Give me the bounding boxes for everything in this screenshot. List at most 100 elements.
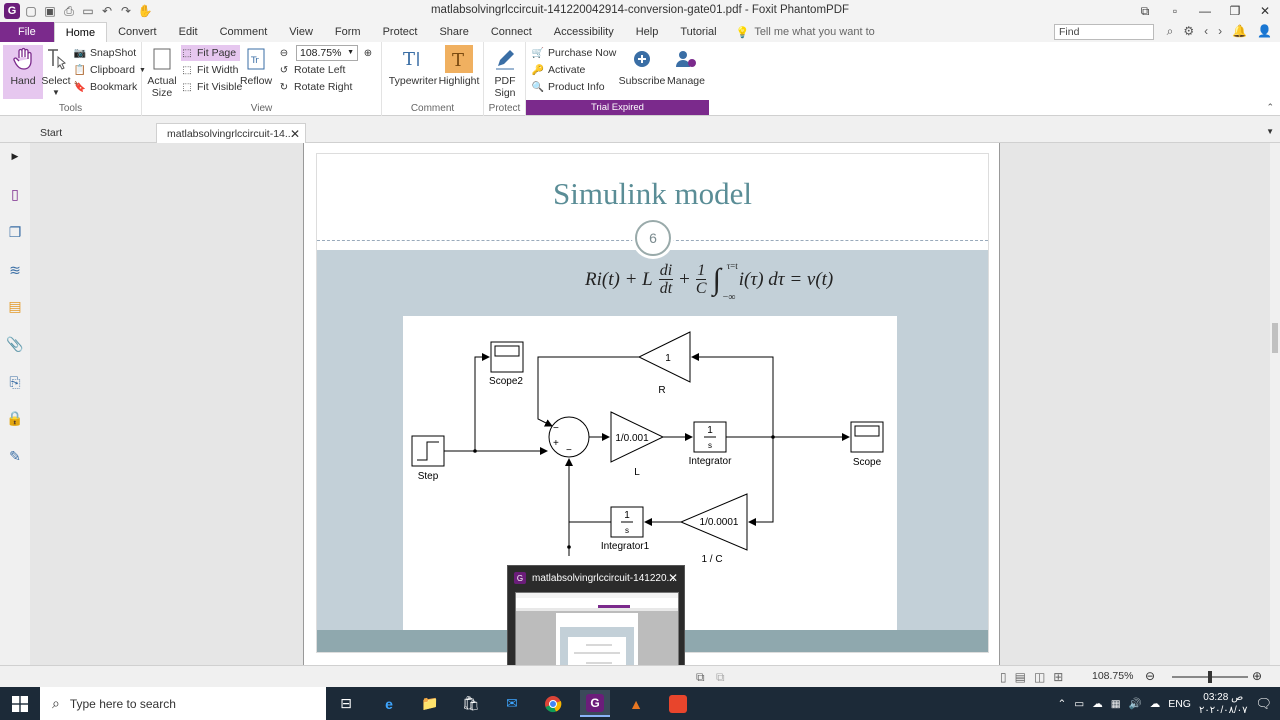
- clipboard-button[interactable]: 📋 Clipboard ▼: [74, 62, 146, 78]
- lock-panel-icon[interactable]: 🔒: [6, 409, 24, 427]
- tab-help[interactable]: Help: [625, 22, 670, 42]
- comments-panel-icon[interactable]: ▤: [6, 297, 24, 315]
- expand-panel-icon[interactable]: ▶: [6, 147, 24, 165]
- zoom-select[interactable]: 108.75% ▼: [296, 45, 358, 61]
- product-info-button[interactable]: 🔍 Product Info: [532, 79, 605, 95]
- taskbar-search-box[interactable]: ⌕ Type here to search: [40, 687, 326, 720]
- task-view-icon[interactable]: ⊟: [331, 690, 361, 717]
- tray-chevron-icon[interactable]: ⌃: [1057, 698, 1066, 710]
- network-icon[interactable]: ▦: [1111, 698, 1121, 710]
- tab-convert[interactable]: Convert: [107, 22, 168, 42]
- security-panel-icon[interactable]: ⎘: [6, 373, 24, 391]
- doc-tab-start[interactable]: Start: [30, 123, 156, 143]
- rotate-left-button[interactable]: ↺ Rotate Left: [278, 62, 346, 78]
- find-input[interactable]: Find: [1054, 24, 1154, 40]
- clock[interactable]: 03:28 ص ٢٠٢٠/٠٨/٠٧: [1199, 691, 1248, 717]
- close-icon[interactable]: ✕: [1250, 0, 1280, 22]
- matlab-icon[interactable]: ▲: [621, 690, 651, 717]
- undo-icon[interactable]: ↶: [99, 3, 115, 19]
- settings-gear-icon[interactable]: ⚙: [1183, 24, 1194, 39]
- attachments-panel-icon[interactable]: 📎: [6, 335, 24, 353]
- notification-bell-icon[interactable]: 🔔: [1232, 24, 1247, 39]
- foxit-taskbar-icon[interactable]: G: [580, 690, 610, 717]
- hand-icon[interactable]: ✋: [137, 3, 153, 19]
- minimize-icon[interactable]: —: [1190, 0, 1220, 22]
- tell-me[interactable]: 💡 Tell me what you want to: [728, 22, 875, 42]
- continuous-facing-icon[interactable]: ⊞: [1053, 670, 1063, 684]
- file-explorer-icon[interactable]: 📁: [415, 690, 445, 717]
- select-button[interactable]: Select ▼: [36, 45, 76, 99]
- zoom-in-button[interactable]: ⊕: [362, 45, 374, 61]
- facing-page-icon[interactable]: ◫: [1034, 670, 1045, 684]
- tab-list-dropdown-icon[interactable]: ▼: [1266, 127, 1274, 136]
- thumbnail-close-icon[interactable]: ✕: [668, 571, 678, 585]
- ribbon-collapse-icon[interactable]: ▫: [1160, 0, 1190, 22]
- highlight-button[interactable]: T Highlight: [438, 45, 480, 87]
- thumbnail-strip-icon[interactable]: ⧉: [696, 670, 705, 685]
- pdf-sign-button[interactable]: PDF Sign: [485, 45, 525, 99]
- tab-home[interactable]: Home: [53, 22, 108, 42]
- actual-size-button[interactable]: Actual Size: [144, 45, 180, 99]
- action-center-icon[interactable]: 🗨: [1255, 696, 1272, 712]
- cloud-icon[interactable]: ☁: [1092, 698, 1103, 710]
- zoom-out-button[interactable]: ⊖: [278, 45, 290, 61]
- language-indicator[interactable]: ENG: [1168, 698, 1191, 710]
- doc-tab-current[interactable]: matlabsolvingrlccircuit-14... ✕: [156, 123, 306, 143]
- status-zoom-out-icon[interactable]: ⊖: [1145, 669, 1155, 683]
- find-search-icon[interactable]: ⌕: [1167, 24, 1174, 39]
- tab-edit[interactable]: Edit: [168, 22, 209, 42]
- page-copy-icon[interactable]: ⧉: [716, 670, 725, 685]
- zoom-slider[interactable]: [1172, 671, 1248, 683]
- back-arrow-icon[interactable]: ‹: [1204, 24, 1208, 39]
- battery-icon[interactable]: ▭: [1074, 698, 1084, 710]
- doc-tab-close-icon[interactable]: ✕: [290, 127, 300, 141]
- activate-button[interactable]: 🔑 Activate: [532, 62, 586, 78]
- tab-share[interactable]: Share: [428, 22, 479, 42]
- tab-view[interactable]: View: [278, 22, 324, 42]
- purchase-now-button[interactable]: 🛒 Purchase Now: [532, 45, 617, 61]
- open-icon[interactable]: ▢: [23, 3, 39, 19]
- red-app-icon[interactable]: [663, 690, 693, 717]
- scrollbar-thumb[interactable]: [1272, 323, 1278, 353]
- tab-accessibility[interactable]: Accessibility: [543, 22, 625, 42]
- volume-icon[interactable]: 🔊: [1129, 697, 1142, 710]
- restore-small-icon[interactable]: ⧉: [1130, 0, 1160, 22]
- tab-tutorial[interactable]: Tutorial: [669, 22, 727, 42]
- user-icon[interactable]: 👤: [1257, 24, 1272, 39]
- zoom-slider-knob[interactable]: [1208, 671, 1212, 683]
- redo-icon[interactable]: ↷: [118, 3, 134, 19]
- tab-connect[interactable]: Connect: [480, 22, 543, 42]
- fit-page-button[interactable]: ⬚ Fit Page: [181, 45, 241, 61]
- vertical-scrollbar[interactable]: [1270, 143, 1280, 665]
- bookmark-button[interactable]: 🔖 Bookmark: [74, 79, 137, 95]
- layers-panel-icon[interactable]: ≋: [6, 261, 24, 279]
- print-icon[interactable]: ⎙: [61, 3, 77, 19]
- status-zoom-in-icon[interactable]: ⊕: [1252, 669, 1262, 683]
- rotate-right-button[interactable]: ↻ Rotate Right: [278, 79, 353, 95]
- ribbon-collapse-arrow-icon[interactable]: ⌃: [1266, 102, 1274, 113]
- signature-panel-icon[interactable]: ✎: [6, 447, 24, 465]
- tab-protect[interactable]: Protect: [372, 22, 429, 42]
- edge-icon[interactable]: e: [374, 690, 404, 717]
- maximize-icon[interactable]: ❐: [1220, 0, 1250, 22]
- reflow-button[interactable]: Tr Reflow: [238, 45, 274, 87]
- save-icon[interactable]: ▣: [42, 3, 58, 19]
- pages-panel-icon[interactable]: ❐: [6, 223, 24, 241]
- snapshot-button[interactable]: 📷 SnapShot: [74, 45, 136, 61]
- store-icon[interactable]: 🛍: [456, 690, 486, 717]
- tab-file[interactable]: File: [0, 22, 54, 42]
- fit-width-button[interactable]: ⬚ Fit Width: [181, 62, 238, 78]
- manage-button[interactable]: Manage: [664, 45, 708, 87]
- onedrive-icon[interactable]: ☁: [1150, 698, 1161, 710]
- typewriter-button[interactable]: T Typewriter: [388, 45, 438, 87]
- continuous-page-icon[interactable]: ▤: [1015, 670, 1026, 684]
- start-button[interactable]: [0, 687, 40, 720]
- blank-icon[interactable]: ▭: [80, 3, 96, 19]
- tab-form[interactable]: Form: [324, 22, 372, 42]
- subscribe-button[interactable]: Subscribe: [619, 45, 665, 87]
- forward-arrow-icon[interactable]: ›: [1218, 24, 1222, 39]
- mail-icon[interactable]: ✉: [497, 690, 527, 717]
- fit-visible-button[interactable]: ⬚ Fit Visible: [181, 79, 242, 95]
- bookmarks-panel-icon[interactable]: ▯: [6, 185, 24, 203]
- chrome-icon[interactable]: [538, 690, 568, 717]
